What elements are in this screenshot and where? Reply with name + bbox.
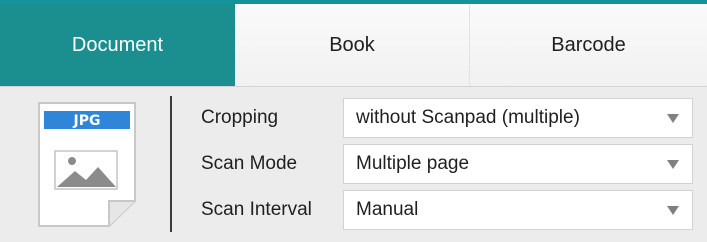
chevron-down-icon[interactable] [667,206,679,215]
scan-mode-dropdown[interactable]: Multiple page [343,144,693,184]
scan-mode-row: Scan Mode Multiple page [195,141,695,187]
tab-book[interactable]: Book [235,4,470,86]
cropping-value: without Scanpad (multiple) [356,107,580,128]
cropping-dropdown[interactable]: without Scanpad (multiple) [343,98,693,138]
mode-tab-bar: Document Book Barcode [0,4,707,87]
tab-barcode[interactable]: Barcode [470,4,707,86]
scan-mode-label: Scan Mode [201,153,298,174]
scan-mode-value: Multiple page [356,153,470,174]
scan-interval-value: Manual [356,199,419,220]
chevron-down-icon[interactable] [667,160,679,169]
file-type-label: JPG [73,113,101,129]
scan-interval-dropdown[interactable]: Manual [343,190,693,230]
scan-interval-row: Scan Interval Manual [195,187,695,233]
image-file-icon[interactable]: JPG [37,101,137,228]
cropping-row: Cropping without Scanpad (multiple) [195,95,695,141]
chevron-down-icon[interactable] [667,114,679,123]
cropping-label: Cropping [201,107,279,128]
scan-interval-label: Scan Interval [201,199,312,220]
vertical-divider [170,96,172,232]
tab-document[interactable]: Document [0,4,235,86]
